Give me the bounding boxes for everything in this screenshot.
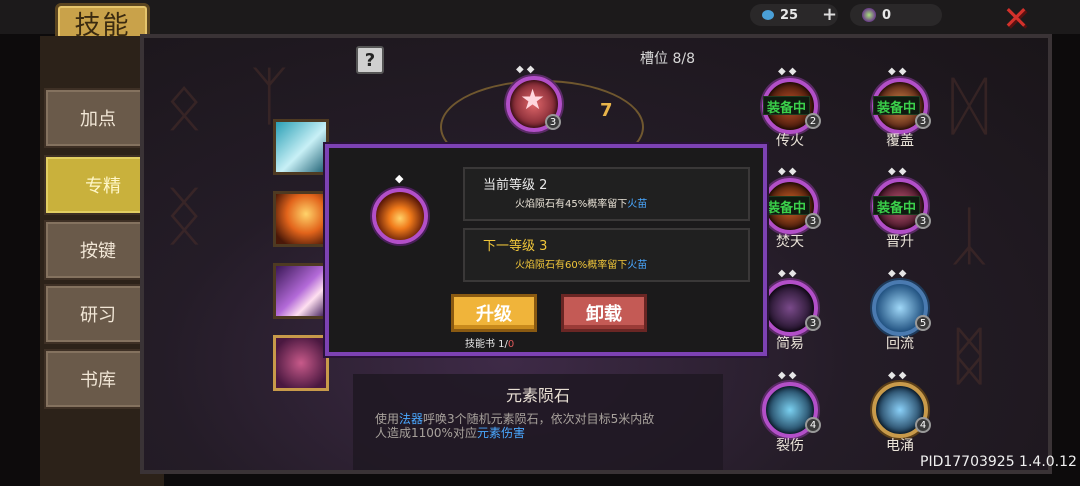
skill-node-label: 晋升 — [886, 234, 914, 250]
equipped-badge: 装备中 — [763, 96, 811, 116]
desc-text: 人造成1100%对应 — [375, 426, 477, 440]
gem-icon — [762, 10, 774, 20]
rune-decoration: ᛟ — [165, 70, 204, 144]
orb-currency: 0 — [850, 4, 942, 26]
desc-keyword: 法器 — [399, 412, 424, 426]
node-pips: ◆◆ — [888, 66, 910, 77]
node-pips: ◆ — [395, 172, 404, 185]
circle-mark: 7 — [600, 100, 613, 121]
node-level: 2 — [805, 113, 821, 129]
tab-library[interactable]: 书库 — [44, 349, 152, 409]
rune-decoration: ᛣ — [950, 200, 989, 274]
node-level: 4 — [915, 417, 931, 433]
tab-add-points[interactable]: 加点 — [44, 88, 152, 148]
skill-node-label: 焚天 — [776, 234, 804, 250]
skill-node-label: 裂伤 — [776, 438, 804, 454]
add-currency-button[interactable]: + — [822, 4, 837, 25]
equipped-badge: 装备中 — [873, 196, 921, 216]
skill-book-count: 技能书 1/0 — [465, 335, 514, 350]
desc-text: 呼唤3个随机元素陨石，依次对目标5米内敌 — [423, 412, 655, 426]
skill-node-label: 覆盖 — [886, 133, 914, 149]
equipped-badge: 装备中 — [873, 96, 921, 116]
current-level-desc: 火焰陨石有45%概率留下火苗 — [515, 195, 748, 210]
orb-count: 0 — [882, 7, 892, 23]
desc-keyword: 火苗 — [627, 199, 648, 210]
node-level: 3 — [805, 315, 821, 331]
next-level-desc: 火焰陨石有60%概率留下火苗 — [515, 256, 748, 271]
skill-slot-fire[interactable] — [273, 191, 329, 247]
star-icon: ★ — [520, 83, 546, 116]
node-level: 3 — [915, 213, 931, 229]
version-label: PID17703925 1.4.0.12 — [920, 454, 1077, 470]
skill-slot-arcane[interactable] — [273, 263, 329, 319]
rune-decoration: ᛥ — [950, 320, 989, 394]
skill-desc: 使用法器呼唤3个随机元素陨石，依次对目标5米内敌 人造成1100%对应元素伤害 — [375, 412, 723, 440]
node-level: 3 — [545, 114, 561, 130]
node-pips: ◆◆ — [778, 166, 800, 177]
node-pips: ◆◆ — [888, 268, 910, 279]
node-level: 3 — [915, 113, 931, 129]
node-pips: ◆◆ — [778, 370, 800, 381]
node-level: 3 — [805, 213, 821, 229]
tab-study[interactable]: 研习 — [44, 284, 152, 344]
tab-keybind[interactable]: 按键 — [44, 220, 152, 280]
gem-count: 25 — [780, 7, 799, 23]
equipped-badge: 装备中 — [763, 196, 811, 216]
skill-slot-wind[interactable] — [273, 119, 329, 175]
book-label: 技能书 1/ — [465, 339, 508, 350]
node-pips: ◆◆ — [888, 166, 910, 177]
slot-count: 槽位 8/8 — [640, 51, 695, 67]
skill-slot-meteor[interactable] — [273, 335, 329, 391]
rune-decoration: ᛝ — [165, 180, 204, 254]
node-pips: ◆◆ — [888, 370, 910, 381]
current-level-title: 当前等级 2 — [483, 178, 548, 193]
node-level: 4 — [805, 417, 821, 433]
desc-keyword: 火苗 — [627, 260, 648, 271]
desc-text: 使用 — [375, 412, 400, 426]
skill-node-label: 回流 — [886, 336, 914, 352]
rune-decoration: ᛞ — [950, 70, 989, 144]
skill-node-label: 简易 — [776, 336, 804, 352]
unload-button[interactable]: 卸载 — [561, 294, 647, 332]
next-level-box: 下一等级 3 火焰陨石有60%概率留下火苗 — [463, 228, 750, 282]
book-have: 0 — [507, 339, 515, 350]
help-button[interactable]: ? — [356, 46, 384, 74]
fire-skill-icon — [372, 188, 428, 244]
node-pips: ◆◆ — [778, 66, 800, 77]
skill-description-panel: 元素陨石 使用法器呼唤3个随机元素陨石，依次对目标5米内敌 人造成1100%对应… — [353, 374, 723, 470]
skill-name: 元素陨石 — [505, 386, 570, 405]
upgrade-button[interactable]: 升级 — [451, 294, 537, 332]
desc-text: 火焰陨石有60%概率留下 — [515, 260, 628, 271]
current-level-box: 当前等级 2 火焰陨石有45%概率留下火苗 — [463, 167, 750, 221]
node-pips: ◆◆ — [516, 64, 538, 75]
desc-text: 火焰陨石有45%概率留下 — [515, 199, 628, 210]
next-level-title: 下一等级 3 — [483, 239, 548, 254]
node-level: 5 — [915, 315, 931, 331]
skill-node-label: 传火 — [776, 133, 804, 149]
skill-node-label: 电涌 — [886, 438, 914, 454]
close-icon[interactable]: ✕ — [1000, 2, 1032, 34]
orb-icon — [862, 8, 876, 22]
node-pips: ◆◆ — [778, 268, 800, 279]
desc-keyword: 元素伤害 — [476, 426, 525, 440]
